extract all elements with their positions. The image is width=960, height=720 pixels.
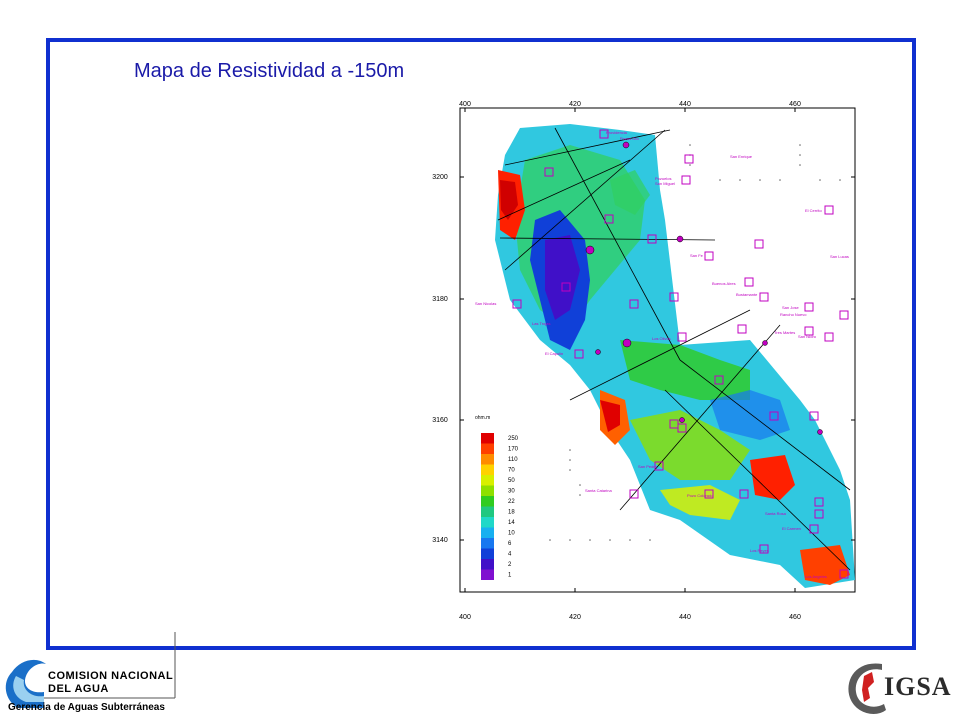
- resistivity-map: ProvidenciaPozos GtoSan EnriquePozuelosS…: [432, 101, 856, 620]
- map-label: San Miguel: [655, 181, 675, 186]
- map-label: El Cerrito: [805, 208, 822, 213]
- y-tick-label-left: 3160: [432, 417, 448, 424]
- x-tick-label-bottom: 420: [569, 614, 581, 620]
- map-label: San Jose: [782, 305, 799, 310]
- slide-title: Mapa de Resistividad a -150m: [134, 60, 405, 82]
- map-label: San Isidro: [798, 334, 817, 339]
- map-label: Las Trojas: [532, 321, 550, 326]
- map-label: El Capulin: [545, 351, 563, 356]
- map-label: Tres Martes: [774, 330, 795, 335]
- legend-value: 30: [508, 489, 515, 495]
- legend-swatch: [481, 538, 494, 549]
- igsa-wordmark: IGSA: [884, 672, 952, 701]
- map-label: Pozos Gto: [620, 136, 639, 141]
- x-tick-label-top: 440: [679, 101, 691, 108]
- legend-value: 50: [508, 478, 515, 484]
- x-tick-label-bottom: 400: [459, 614, 471, 620]
- map-label: Los Reyes: [750, 548, 769, 553]
- map-label: Bustamante: [736, 292, 758, 297]
- legend-swatch: [481, 475, 494, 486]
- legend-value: 250: [508, 436, 519, 442]
- map-label: El Carmen: [782, 526, 801, 531]
- map-label: San Lucas: [830, 254, 849, 259]
- legend-value: 170: [508, 447, 519, 453]
- map-label: San Nicolas: [475, 301, 496, 306]
- map-label: San Enrique: [730, 154, 753, 159]
- org-line-1: COMISION NACIONAL: [48, 670, 174, 682]
- legend-swatch: [481, 485, 494, 496]
- legend-swatch: [481, 559, 494, 570]
- map-label: Santa Rosa: [765, 511, 787, 516]
- legend-value: 10: [508, 531, 515, 537]
- legend-value: 70: [508, 468, 515, 474]
- x-tick-label-bottom: 440: [679, 614, 691, 620]
- x-tick-label-top: 420: [569, 101, 581, 108]
- x-axis-bottom: 400 420 440 460: [459, 588, 801, 620]
- map-label: Los Olivos: [652, 336, 671, 341]
- legend-swatch: [481, 443, 494, 454]
- legend-swatch: [481, 548, 494, 559]
- map-label: San Fe: [690, 253, 704, 258]
- legend-swatch: [481, 527, 494, 538]
- legend-value: 18: [508, 510, 515, 516]
- y-axis-left: 3200 3180 3160 3140: [432, 174, 464, 544]
- legend-value: 14: [508, 520, 515, 526]
- map-label: Pozo Colorado: [687, 493, 714, 498]
- legend-value: 110: [508, 457, 518, 463]
- legend-swatch: [481, 517, 494, 528]
- legend-swatch: [481, 569, 494, 580]
- y-tick-label-left: 3180: [432, 296, 448, 303]
- map-label: Santa Catarina: [585, 488, 612, 493]
- legend-swatch: [481, 433, 494, 444]
- map-label: Providencia: [606, 130, 628, 135]
- legend-swatch: [481, 454, 494, 465]
- legend-value: 22: [508, 499, 515, 505]
- org-name: COMISION NACIONAL DEL AGUA: [48, 670, 173, 696]
- legend-swatch: [481, 464, 494, 475]
- org-line-2: DEL AGUA: [48, 683, 109, 695]
- map-label: San Pedro: [638, 464, 658, 469]
- legend-swatch: [481, 496, 494, 507]
- x-tick-label-bottom: 460: [789, 614, 801, 620]
- x-tick-label-top: 460: [789, 101, 801, 108]
- y-tick-label-left: 3200: [432, 174, 448, 181]
- department-name: Gerencia de Aguas Subterráneas: [8, 702, 165, 713]
- map-label: Rancho Nuevo: [780, 312, 807, 317]
- legend-swatch: [481, 506, 494, 517]
- x-tick-label-top: 400: [459, 101, 471, 108]
- y-tick-label-left: 3140: [432, 537, 448, 544]
- map-label: Buenos Aires: [712, 281, 736, 286]
- map-label: Los Angeles: [805, 574, 827, 579]
- legend-unit: ohm.m: [475, 415, 490, 421]
